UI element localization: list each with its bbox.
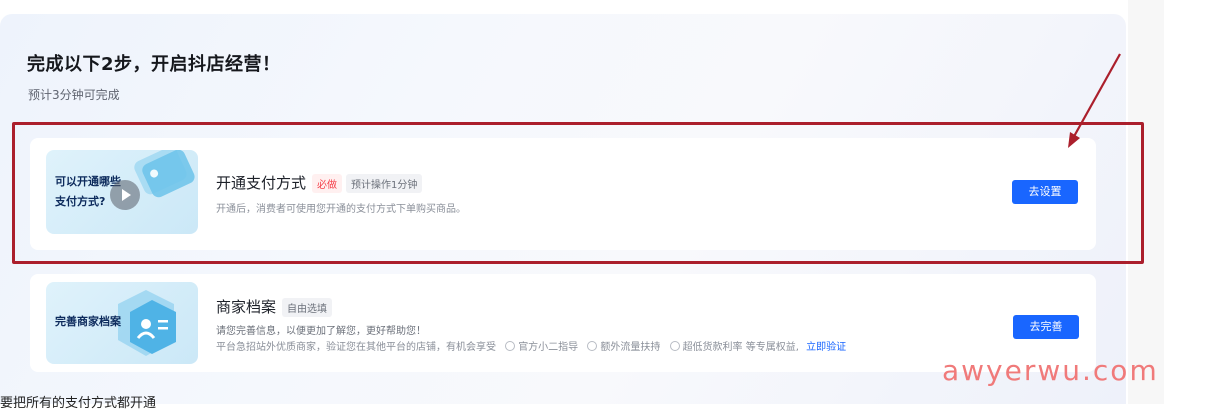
check-circle-icon [505, 341, 516, 351]
check-circle-icon [587, 341, 598, 351]
step-description-line1: 请您完善信息，以便更加了解您，更好帮助您！ [216, 326, 426, 337]
caption-text: 要把所有的支付方式都开通 [0, 396, 157, 411]
benefit-item: 超低货款利率 等专属权益, [664, 338, 799, 353]
annotation-arrow-icon [1068, 53, 1121, 148]
step-description-line2: 平台急招站外优质商家，验证您在其他平台的店铺，有机会享受 官方小二指导 额外流量… [216, 338, 846, 353]
benefit-item: 额外流量扶持 [581, 338, 660, 353]
step-card-merchant-profile: 完善商家档案 商家档案 自由选填 请您完善信息，以便更加了解您，更好帮助您！ 平… [30, 274, 1096, 372]
benefit-item: 官方小二指导 [499, 338, 578, 353]
thumbnail-caption: 完善商家档案 [55, 315, 121, 328]
highlight-box [12, 122, 1144, 264]
page-subtitle: 预计3分钟可完成 [28, 88, 120, 102]
go-complete-button[interactable]: 去完善 [1013, 315, 1079, 339]
page-title: 完成以下2步，开启抖店经营！ [27, 54, 281, 75]
watermark: awyerwu.com [942, 354, 1159, 387]
step-title: 商家档案 [216, 298, 277, 316]
merchant-profile-thumbnail: 完善商家档案 [46, 282, 198, 364]
optional-badge: 自由选填 [282, 298, 332, 317]
benefit-intro: 平台急招站外优质商家，验证您在其他平台的店铺，有机会享受 [216, 342, 496, 353]
verify-now-link[interactable]: 立即验证 [806, 342, 846, 353]
check-circle-icon [669, 341, 680, 351]
